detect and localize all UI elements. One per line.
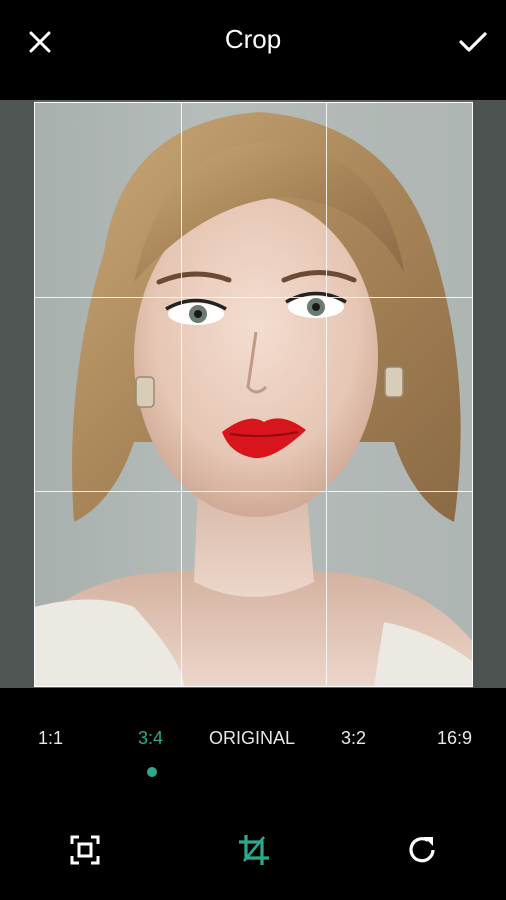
- ratio-option-3-4[interactable]: 3:4: [138, 728, 163, 749]
- crop-canvas[interactable]: [0, 100, 506, 688]
- grid-line: [35, 297, 472, 299]
- ratio-option-16-9[interactable]: 16:9: [437, 728, 472, 749]
- header-bar: Crop: [0, 0, 506, 100]
- rotate-icon: [409, 837, 435, 863]
- aspect-ratio-bar: 1:1 3:4 ORIGINAL 3:2 16:9: [0, 688, 506, 798]
- check-icon: [459, 32, 487, 52]
- bottom-toolbar: [0, 798, 506, 900]
- grid-line: [326, 103, 328, 686]
- outside-crop-area: [473, 100, 506, 688]
- grid-line: [180, 103, 182, 686]
- confirm-button[interactable]: [454, 24, 492, 60]
- ratio-option-original[interactable]: ORIGINAL: [209, 728, 295, 749]
- crop-grid[interactable]: [34, 102, 473, 687]
- ratio-option-3-2[interactable]: 3:2: [341, 728, 366, 749]
- crop-button[interactable]: [236, 832, 272, 868]
- fit-frame-icon: [70, 835, 100, 865]
- page-title: Crop: [224, 24, 282, 54]
- outside-crop-area: [0, 100, 34, 688]
- grid-line: [35, 491, 472, 493]
- ratio-option-1-1[interactable]: 1:1: [38, 728, 63, 749]
- selected-indicator-dot: [147, 767, 157, 777]
- fit-frame-button[interactable]: [67, 832, 103, 868]
- crop-icon: [239, 835, 269, 865]
- rotate-button[interactable]: [404, 832, 440, 868]
